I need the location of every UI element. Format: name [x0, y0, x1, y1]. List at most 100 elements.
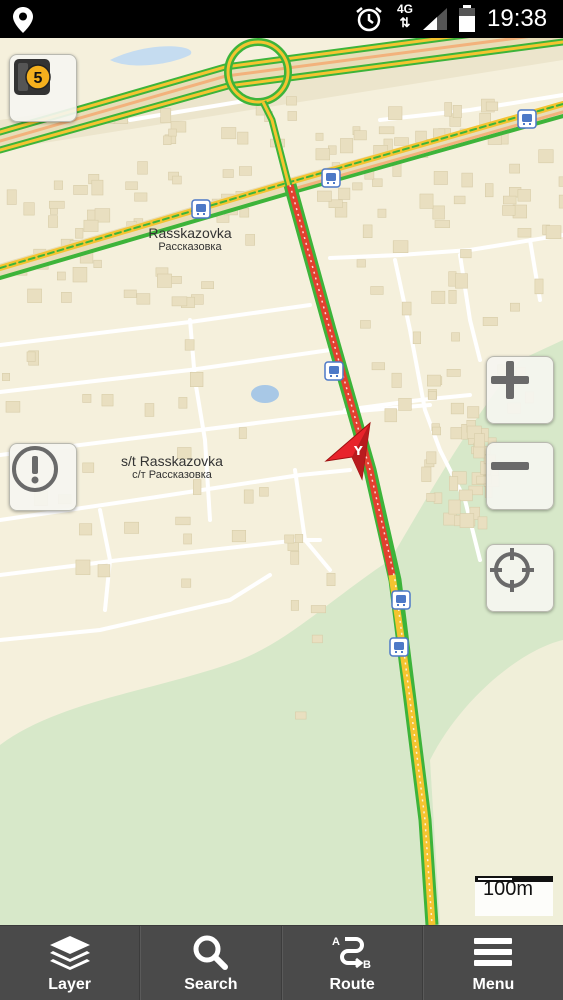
place-label-st-rasskazovka[interactable]: s/t Rasskazovka с/т Рассказовка: [102, 453, 242, 482]
building-block: [448, 499, 461, 515]
building-block: [534, 278, 544, 295]
building-block: [453, 195, 466, 205]
building-block: [426, 374, 441, 387]
building-block: [338, 187, 351, 200]
menu-label: Menu: [472, 976, 515, 993]
menu-button[interactable]: Menu: [422, 926, 563, 1000]
bottom-toolbar: Layer Search A B Route Menu: [0, 925, 563, 1000]
zoom-in-button[interactable]: [486, 356, 554, 424]
building-block: [93, 259, 102, 269]
place-label-main: s/t Rasskazovka: [121, 453, 223, 469]
route-label: Route: [329, 976, 375, 993]
minus-icon: [491, 462, 529, 470]
place-label-main: Rasskazovka: [148, 225, 232, 241]
building-block: [502, 205, 516, 216]
building-block: [239, 166, 252, 176]
building-block: [392, 240, 409, 253]
route-icon: A B: [332, 936, 371, 970]
building-block: [467, 406, 480, 419]
building-block: [123, 289, 137, 298]
building-block: [79, 523, 93, 536]
building-block: [163, 135, 172, 145]
building-block: [426, 451, 437, 465]
layer-button[interactable]: Layer: [0, 926, 141, 1000]
report-incident-button[interactable]: [9, 443, 77, 511]
building-block: [517, 228, 532, 238]
signal-icon: [422, 7, 448, 36]
building-block: [458, 489, 473, 502]
building-block: [388, 106, 403, 120]
building-block: [352, 182, 363, 191]
building-block: [459, 513, 475, 528]
svg-text:Y: Y: [353, 444, 363, 458]
building-block: [431, 290, 446, 304]
building-block: [460, 249, 472, 259]
map-view[interactable]: Y Rasskazovka Рассказовка s/t Rasskazovk…: [0, 38, 563, 925]
building-block: [448, 271, 457, 287]
building-block: [61, 291, 72, 303]
building-block: [160, 108, 172, 124]
building-block: [290, 550, 300, 565]
building-block: [446, 368, 461, 377]
building-block: [477, 516, 488, 530]
building-block: [124, 521, 139, 534]
building-block: [509, 302, 520, 312]
building-block: [509, 163, 521, 174]
building-block: [474, 433, 485, 448]
building-block: [432, 426, 441, 436]
place-label-sub: Рассказовка: [158, 241, 222, 254]
traffic-level-value: 5: [34, 70, 43, 87]
data-arrows-icon: ⇅: [399, 15, 411, 30]
building-block: [183, 533, 192, 545]
building-block: [432, 205, 445, 220]
battery-icon: [458, 5, 476, 38]
building-block: [461, 172, 473, 188]
building-block: [340, 138, 354, 154]
place-label-sub: с/т Рассказовка: [132, 469, 212, 482]
search-icon: [193, 935, 228, 970]
building-block: [237, 131, 249, 145]
building-block: [294, 534, 304, 544]
place-label-rasskazovka[interactable]: Rasskazovka Рассказовка: [130, 225, 250, 254]
building-block: [412, 331, 422, 344]
building-block: [287, 111, 297, 121]
svg-text:A: A: [332, 936, 340, 948]
search-button[interactable]: Search: [140, 926, 282, 1000]
building-block: [136, 293, 151, 305]
building-block: [372, 178, 383, 187]
network-type: 4G: [396, 2, 413, 16]
building-block: [377, 208, 387, 218]
building-block: [371, 362, 385, 371]
my-location-button[interactable]: [486, 544, 554, 612]
route-button[interactable]: A B Route: [281, 926, 423, 1000]
map-canvas: Y: [0, 38, 563, 925]
building-block: [56, 271, 66, 281]
building-block: [175, 516, 191, 526]
building-block: [315, 132, 324, 141]
building-block: [134, 192, 148, 202]
building-block: [73, 185, 88, 195]
building-block: [421, 466, 432, 482]
plus-icon: [491, 361, 529, 399]
svg-text:B: B: [363, 959, 371, 970]
building-block: [398, 398, 412, 411]
building-block: [48, 200, 65, 209]
building-block: [455, 273, 468, 289]
building-block: [450, 402, 464, 415]
traffic-light-icon: 5: [14, 59, 51, 95]
building-block: [317, 190, 332, 202]
menu-icon: [474, 938, 513, 966]
traffic-level-button[interactable]: 5: [9, 54, 77, 122]
building-block: [171, 296, 188, 307]
building-block: [538, 149, 554, 164]
clock: 19:38: [487, 5, 548, 32]
building-block: [201, 281, 214, 290]
building-block: [433, 171, 448, 185]
building-block: [26, 351, 36, 362]
layers-icon: [49, 936, 90, 970]
building-block: [360, 320, 371, 329]
zoom-out-button[interactable]: [486, 442, 554, 510]
alarm-icon: [355, 6, 383, 37]
building-block: [370, 286, 384, 295]
building-block: [239, 207, 250, 218]
